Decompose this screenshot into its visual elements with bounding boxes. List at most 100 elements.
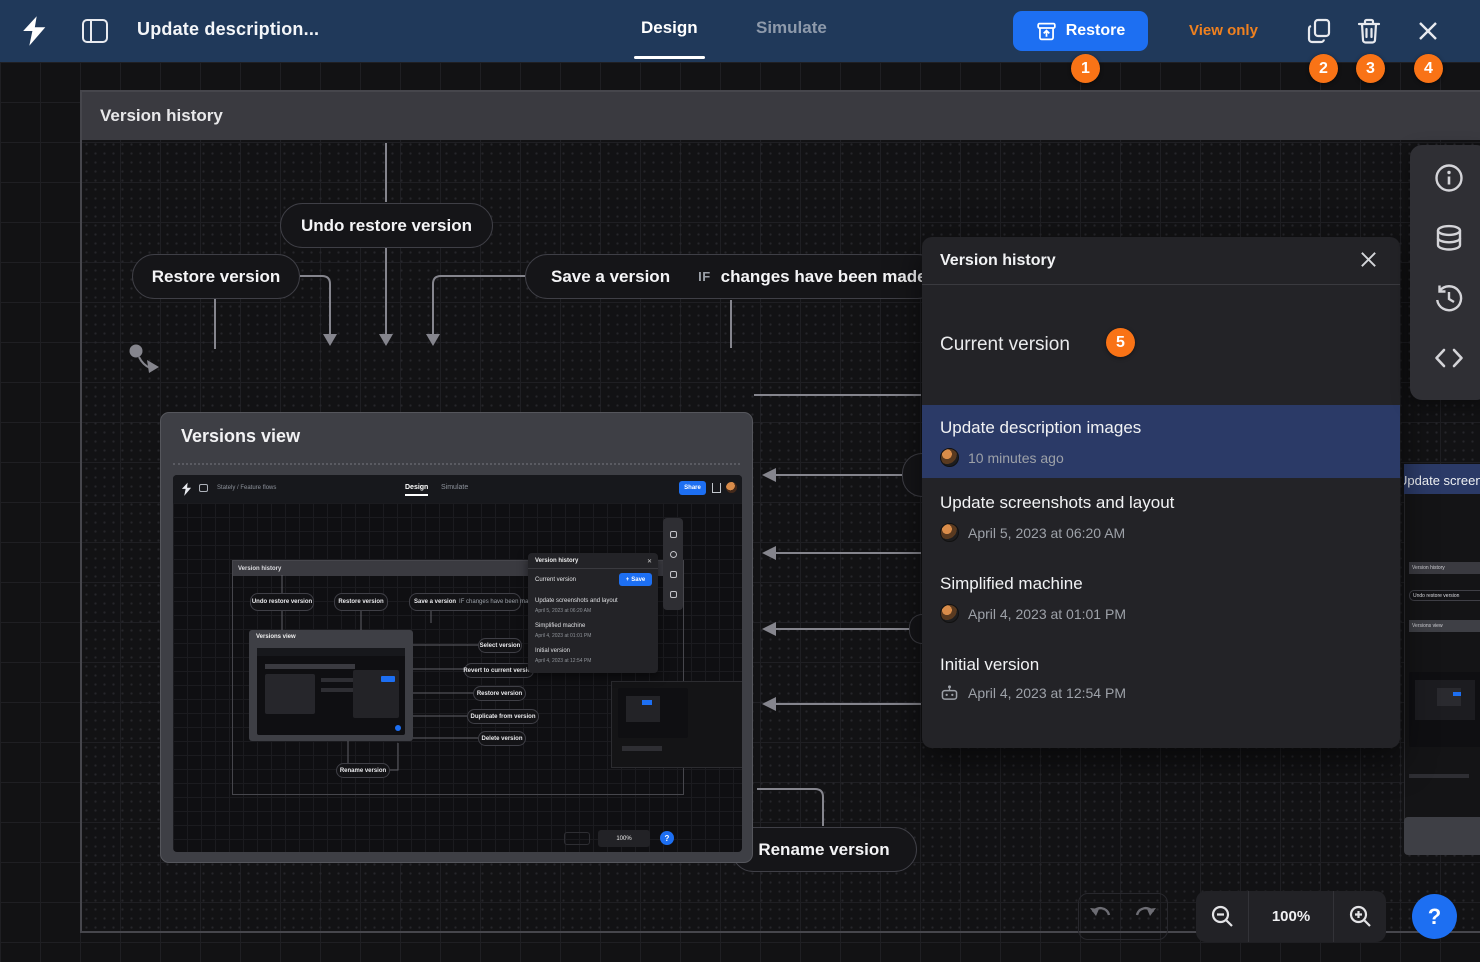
- mini-export-icon: [712, 483, 721, 493]
- duplicate-button[interactable]: [1305, 16, 1335, 46]
- help-label: ?: [1428, 904, 1441, 929]
- fragment-selected-version[interactable]: Update screenshots and...: [1404, 464, 1480, 494]
- zoom-controls: 100%: [1196, 891, 1386, 942]
- app-window: Version history Undo restore version: [0, 0, 1480, 962]
- redo-button[interactable]: [1123, 894, 1167, 939]
- state-title: Versions view: [181, 426, 300, 447]
- annotation-badge-1: 1: [1071, 54, 1100, 83]
- mini-zoom-controls: 100%: [598, 830, 650, 847]
- fragment-versions-view: Versions view: [1409, 620, 1480, 632]
- mini-save-button: + Save: [619, 573, 652, 586]
- trash-icon: [1354, 16, 1384, 46]
- version-item[interactable]: Update screenshots and layout April 5, 2…: [922, 478, 1400, 559]
- mini-share-button: Share: [679, 481, 706, 495]
- code-button[interactable]: [1432, 341, 1466, 375]
- tab-design[interactable]: Design: [641, 18, 698, 38]
- restore-icon: [1036, 21, 1057, 42]
- code-icon: [1432, 341, 1466, 375]
- mini-node-select: Select version: [478, 638, 522, 653]
- version-title: Update description images: [940, 418, 1382, 438]
- mini-topbar: Stately / Feature flows Design Simulate …: [173, 475, 742, 503]
- version-item[interactable]: Update description images 10 minutes ago: [922, 405, 1400, 478]
- tab-simulate[interactable]: Simulate: [756, 18, 827, 38]
- mini-stately-logo: [180, 482, 193, 497]
- mini-node-rename: Rename version: [336, 763, 390, 778]
- container-header[interactable]: Version history: [82, 92, 1480, 140]
- current-version-row[interactable]: Current version: [922, 285, 1400, 405]
- mini-tab-simulate: Simulate: [441, 484, 468, 491]
- redo-icon: [1132, 904, 1158, 926]
- fragment-body: Version history Undo restore version Ver…: [1404, 494, 1480, 824]
- mini-canvas: Version history Undo restore version Res…: [173, 503, 742, 852]
- event-node-restore-version[interactable]: Restore version: [132, 254, 300, 299]
- data-button[interactable]: [1432, 221, 1466, 255]
- zoom-in-button[interactable]: [1334, 891, 1386, 942]
- mini-node-duplicate: Duplicate from version: [467, 709, 539, 724]
- fragment-footer-strip: [1404, 817, 1480, 855]
- mini-sidebar-toggle-icon: [199, 484, 208, 492]
- panel-close-button[interactable]: [1355, 246, 1382, 276]
- mini-breadcrumb: Stately / Feature flows: [217, 485, 276, 491]
- version-timestamp: April 4, 2023 at 01:01 PM: [968, 606, 1126, 622]
- annotation-badge-4: 4: [1414, 54, 1443, 83]
- topbar: Update description... Design Simulate Re…: [0, 0, 1480, 62]
- zoom-out-button[interactable]: [1196, 891, 1248, 942]
- event-node-undo-restore-version[interactable]: Undo restore version: [280, 203, 493, 248]
- guard-label: changes have been made: [721, 267, 927, 287]
- mini-edge-fragment: [611, 681, 742, 768]
- copy-icon: [1305, 16, 1335, 46]
- version-history-panel: Version history Current version Update d…: [922, 237, 1400, 748]
- version-item[interactable]: Simplified machine April 4, 2023 at 01:0…: [922, 559, 1400, 640]
- undo-button[interactable]: [1079, 894, 1123, 939]
- mini-avatar: [726, 482, 737, 493]
- mini-right-toolbar: [663, 518, 683, 610]
- info-button[interactable]: [1432, 161, 1466, 195]
- version-timestamp: April 5, 2023 at 06:20 AM: [968, 525, 1125, 541]
- canvas-edge-fragment: Update screenshots and... Version histor…: [1404, 402, 1480, 857]
- mini-help-button: ?: [660, 831, 674, 845]
- zoom-level: 100%: [1248, 891, 1334, 942]
- event-node-rename-version[interactable]: Rename version: [731, 827, 917, 872]
- mini-node-revert: Revert to current version: [464, 663, 534, 678]
- history-button[interactable]: [1432, 281, 1466, 315]
- machine-title: Update description...: [137, 19, 319, 40]
- mini-node-save: Save a versionIF changes have been made: [409, 593, 521, 611]
- version-item[interactable]: Initial version April 4, 2023 at 12:54 P…: [922, 640, 1400, 721]
- guard-keyword: IF: [698, 269, 711, 284]
- fragment-node: Undo restore version: [1409, 590, 1480, 601]
- mini-code-icon: [670, 591, 677, 598]
- info-icon: [1432, 161, 1466, 195]
- sidebar-toggle-button[interactable]: [82, 19, 108, 43]
- zoom-out-icon: [1210, 904, 1235, 929]
- container-title: Version history: [100, 106, 223, 126]
- close-button[interactable]: [1413, 16, 1443, 46]
- user-avatar: [940, 448, 959, 467]
- event-node-save-a-version[interactable]: Save a version IF changes have been made: [525, 254, 940, 299]
- event-label: Save a version: [551, 267, 670, 287]
- mini-tab-design: Design: [405, 484, 428, 496]
- mini-info-icon: [670, 531, 677, 538]
- user-avatar: [940, 604, 959, 623]
- view-only-label: View only: [1189, 22, 1258, 39]
- stately-logo: [18, 15, 48, 47]
- annotation-badge-2: 2: [1309, 54, 1338, 83]
- delete-button[interactable]: [1354, 16, 1384, 46]
- close-icon: [1359, 250, 1378, 269]
- mini-container-title: Version history: [238, 566, 281, 572]
- history-icon: [1432, 281, 1466, 315]
- user-avatar: [940, 523, 959, 542]
- mini-version-history-panel: Version history ✕ Current version + Save…: [528, 553, 658, 673]
- undo-icon: [1088, 904, 1114, 926]
- version-title: Simplified machine: [940, 574, 1382, 594]
- fragment-container-header: Version history: [1409, 562, 1480, 574]
- help-button[interactable]: ?: [1412, 894, 1457, 939]
- close-icon: [1413, 16, 1443, 46]
- mini-versions-view: Versions view: [249, 630, 413, 741]
- annotation-badge-3: 3: [1356, 54, 1385, 83]
- event-label: Undo restore version: [301, 216, 472, 236]
- restore-button[interactable]: Restore: [1013, 11, 1148, 51]
- state-versions-view[interactable]: Versions view Stately / Feature flows De…: [160, 412, 753, 863]
- zoom-in-icon: [1348, 904, 1373, 929]
- fragment-screenshot: [1409, 672, 1480, 747]
- versions-view-screenshot: Stately / Feature flows Design Simulate …: [173, 475, 742, 852]
